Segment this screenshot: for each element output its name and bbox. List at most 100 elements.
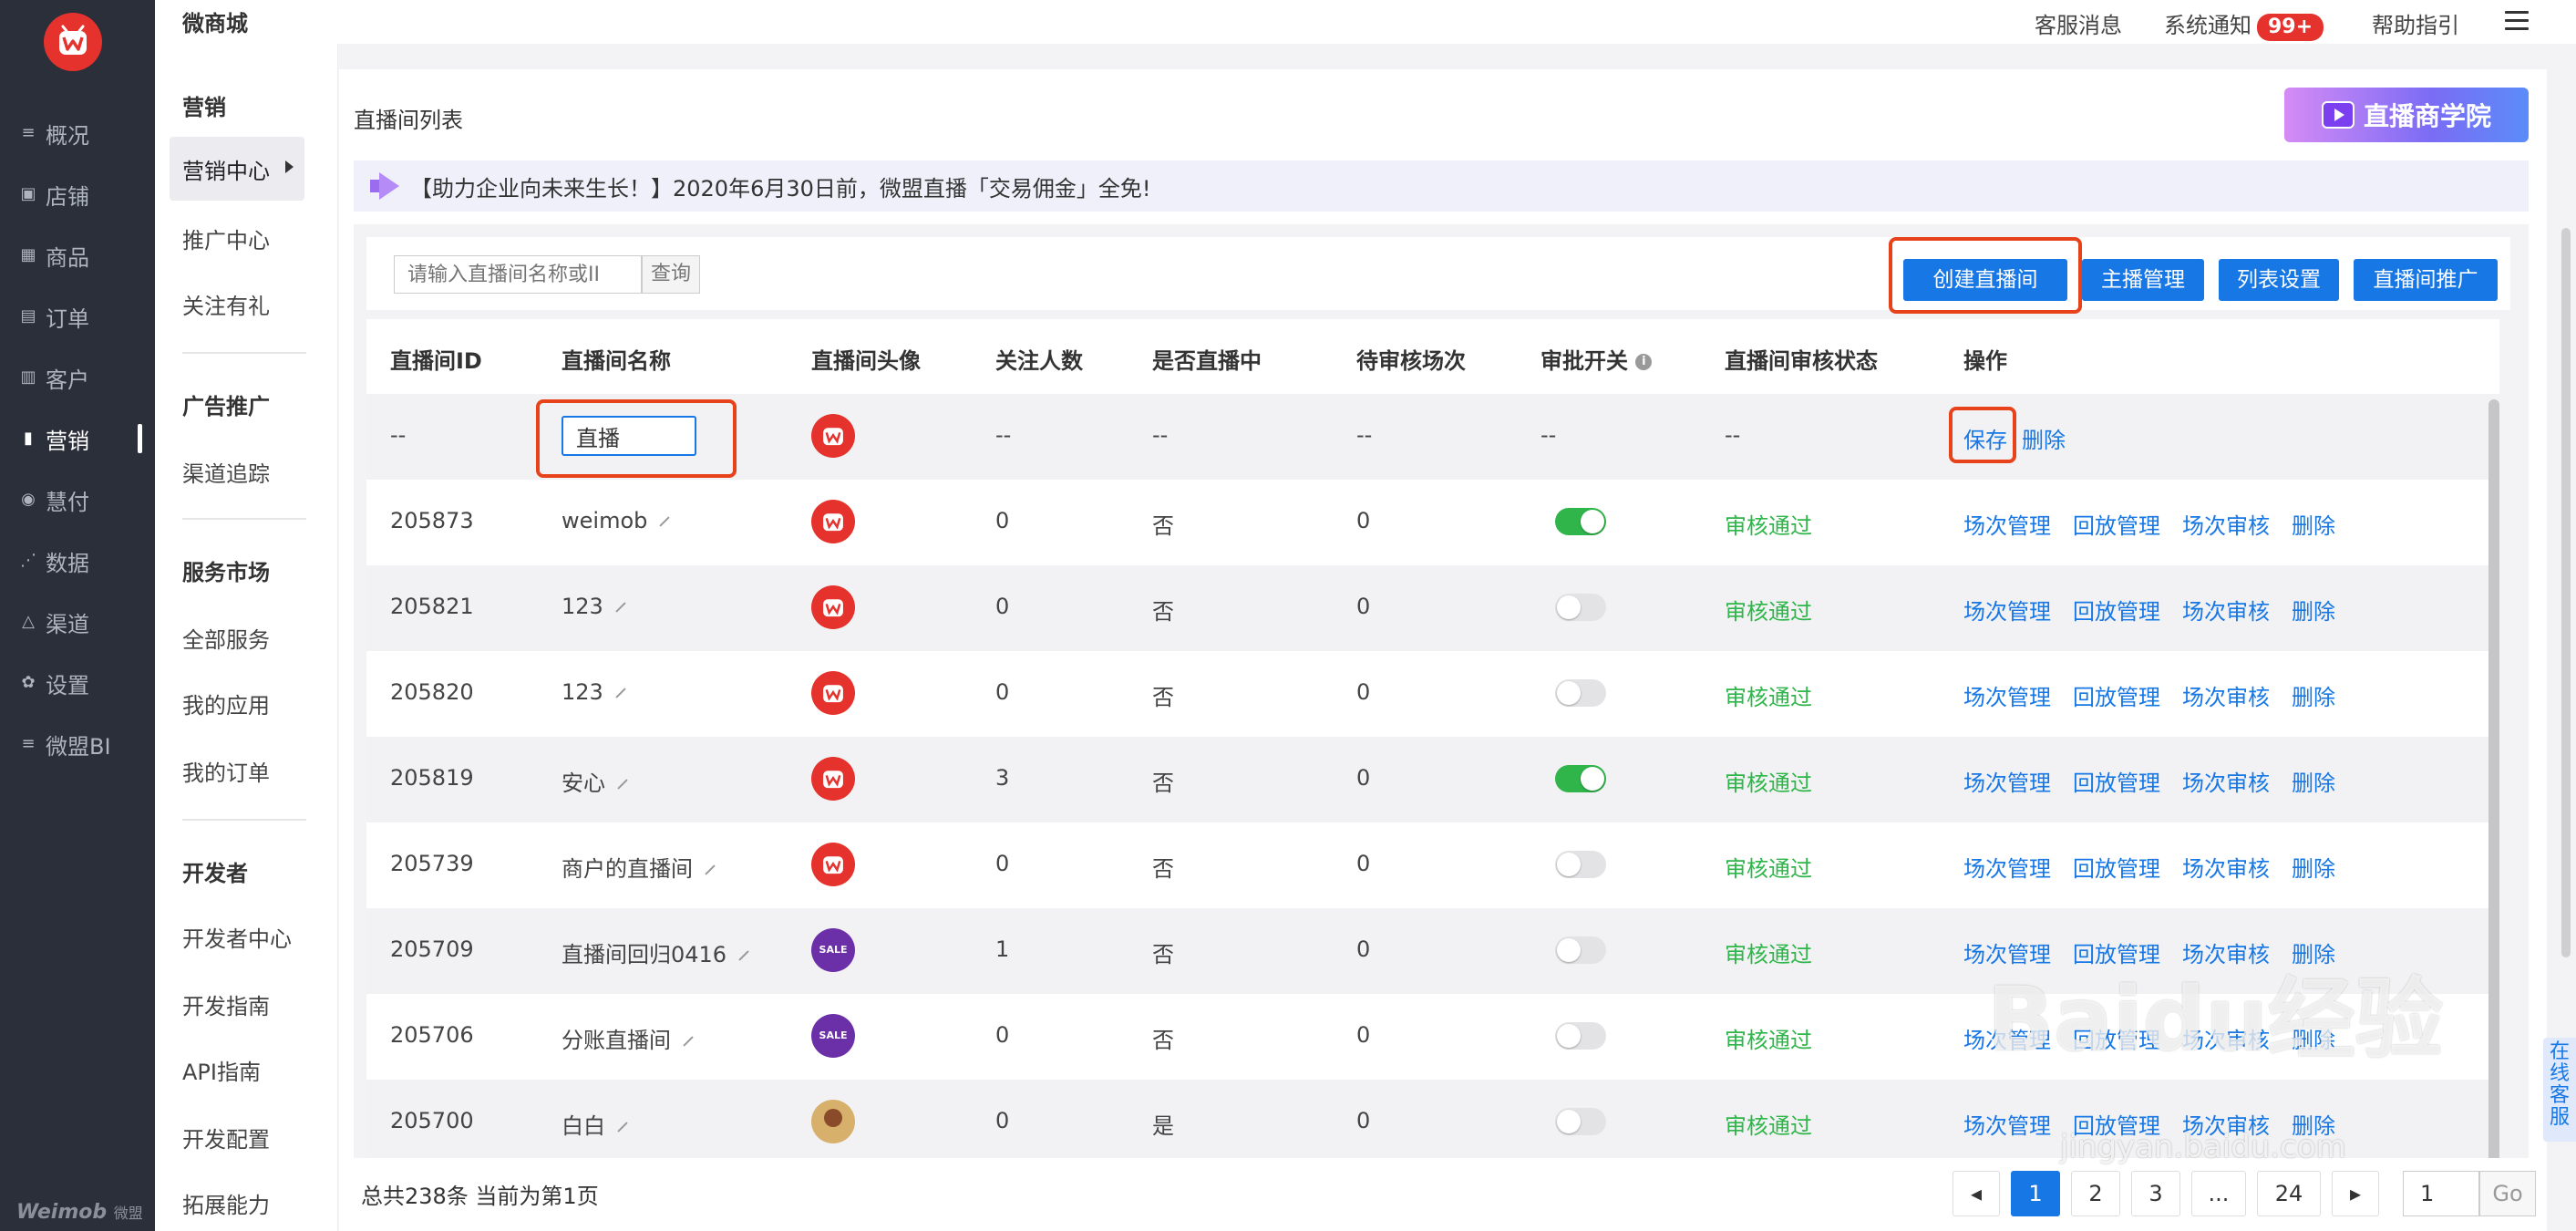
- approval-toggle[interactable]: [1555, 1022, 1606, 1050]
- create-live-room-button[interactable]: 创建直播间: [1903, 259, 2067, 301]
- session-review-link[interactable]: 场次审核: [2182, 679, 2270, 711]
- session-review-link[interactable]: 场次审核: [2182, 594, 2270, 626]
- table-scrollbar[interactable]: [2488, 399, 2499, 1231]
- subnav-item-all-services[interactable]: 全部服务: [182, 622, 270, 654]
- delete-link[interactable]: 删除: [2022, 422, 2066, 454]
- nav-item-4[interactable]: ▥ 客户: [0, 352, 155, 403]
- nav-item-3[interactable]: ▤ 订单: [0, 291, 155, 342]
- delete-link[interactable]: 删除: [2292, 508, 2335, 540]
- edit-icon[interactable]: [705, 864, 716, 875]
- playback-management-link[interactable]: 回放管理: [2073, 508, 2160, 540]
- delete-link[interactable]: 删除: [2292, 851, 2335, 883]
- page-1-button[interactable]: 1: [2011, 1171, 2060, 1216]
- search-button[interactable]: 查询: [642, 255, 700, 294]
- live-academy-banner[interactable]: 直播商学院: [2284, 88, 2529, 142]
- avatar[interactable]: [811, 500, 855, 543]
- edit-icon[interactable]: [617, 779, 628, 790]
- avatar[interactable]: [811, 843, 855, 886]
- approval-toggle[interactable]: [1555, 765, 1606, 792]
- approval-toggle[interactable]: [1555, 1108, 1606, 1135]
- subnav-item-my-orders[interactable]: 我的订单: [182, 755, 270, 787]
- subnav-item-dev-config[interactable]: 开发配置: [182, 1122, 270, 1153]
- customer-message-link[interactable]: 客服消息: [2035, 7, 2122, 39]
- approval-toggle[interactable]: [1555, 594, 1606, 621]
- next-page-button[interactable]: ▸: [2332, 1171, 2379, 1216]
- subnav-item-follow-gift[interactable]: 关注有礼: [182, 288, 270, 320]
- subnav-item-developer-center[interactable]: 开发者中心: [182, 921, 292, 953]
- subnav-item-my-apps[interactable]: 我的应用: [182, 688, 270, 719]
- nav-item-10[interactable]: ≡ 微盟BI: [0, 719, 155, 770]
- avatar[interactable]: [811, 585, 855, 629]
- delete-link[interactable]: 删除: [2292, 594, 2335, 626]
- nav-item-7[interactable]: ⋰ 数据: [0, 535, 155, 586]
- nav-item-1[interactable]: ▣ 店铺: [0, 169, 155, 220]
- list-settings-button[interactable]: 列表设置: [2219, 259, 2339, 301]
- session-review-link[interactable]: 场次审核: [2182, 1108, 2270, 1140]
- session-review-link[interactable]: 场次审核: [2182, 508, 2270, 540]
- save-link[interactable]: 保存: [1963, 422, 2007, 454]
- page-2-button[interactable]: 2: [2071, 1171, 2120, 1216]
- session-management-link[interactable]: 场次管理: [1963, 679, 2051, 711]
- delete-link[interactable]: 删除: [2292, 1022, 2335, 1054]
- anchor-management-button[interactable]: 主播管理: [2082, 259, 2204, 301]
- nav-item-6[interactable]: ◉ 慧付: [0, 474, 155, 525]
- playback-management-link[interactable]: 回放管理: [2073, 851, 2160, 883]
- nav-item-9[interactable]: ✿ 设置: [0, 657, 155, 709]
- session-management-link[interactable]: 场次管理: [1963, 936, 2051, 968]
- avatar[interactable]: [811, 757, 855, 801]
- session-management-link[interactable]: 场次管理: [1963, 594, 2051, 626]
- session-review-link[interactable]: 场次审核: [2182, 936, 2270, 968]
- page-ellipsis[interactable]: ...: [2191, 1171, 2246, 1216]
- approval-toggle[interactable]: [1555, 936, 1606, 964]
- subnav-item-extension[interactable]: 拓展能力: [182, 1187, 270, 1219]
- go-button[interactable]: Go: [2479, 1171, 2536, 1216]
- subnav-item-promotion-center[interactable]: 推广中心: [182, 222, 270, 254]
- system-notice-link[interactable]: 系统通知 99+: [2164, 7, 2324, 41]
- info-icon[interactable]: i: [1635, 354, 1653, 370]
- edit-icon[interactable]: [617, 1122, 628, 1133]
- menu-icon[interactable]: [2505, 11, 2529, 31]
- playback-management-link[interactable]: 回放管理: [2073, 1022, 2160, 1054]
- nav-item-2[interactable]: ▦ 商品: [0, 230, 155, 281]
- subnav-item-marketing-center[interactable]: 营销中心: [170, 137, 304, 201]
- approval-toggle[interactable]: [1555, 679, 1606, 707]
- prev-page-button[interactable]: ◂: [1953, 1171, 2000, 1216]
- session-management-link[interactable]: 场次管理: [1963, 1108, 2051, 1140]
- session-management-link[interactable]: 场次管理: [1963, 851, 2051, 883]
- session-management-link[interactable]: 场次管理: [1963, 765, 2051, 797]
- playback-management-link[interactable]: 回放管理: [2073, 1108, 2160, 1140]
- search-input[interactable]: [394, 255, 642, 294]
- edit-icon[interactable]: [659, 516, 671, 527]
- session-management-link[interactable]: 场次管理: [1963, 1022, 2051, 1054]
- avatar[interactable]: [811, 414, 855, 458]
- playback-management-link[interactable]: 回放管理: [2073, 936, 2160, 968]
- nav-item-8[interactable]: △ 渠道: [0, 596, 155, 647]
- session-management-link[interactable]: 场次管理: [1963, 508, 2051, 540]
- approval-toggle[interactable]: [1555, 851, 1606, 878]
- edit-icon[interactable]: [615, 688, 626, 698]
- online-service-tab[interactable]: 在线客服: [2543, 1038, 2576, 1142]
- delete-link[interactable]: 删除: [2292, 765, 2335, 797]
- weimob-logo[interactable]: [44, 13, 102, 71]
- page-3-button[interactable]: 3: [2131, 1171, 2180, 1216]
- subnav-item-dev-guide[interactable]: 开发指南: [182, 988, 270, 1020]
- approval-toggle[interactable]: [1555, 508, 1606, 535]
- nav-item-0[interactable]: ≡ 概况: [0, 108, 155, 159]
- subnav-item-api-guide[interactable]: API指南: [182, 1054, 261, 1086]
- playback-management-link[interactable]: 回放管理: [2073, 594, 2160, 626]
- help-guide-link[interactable]: 帮助指引: [2372, 7, 2459, 39]
- playback-management-link[interactable]: 回放管理: [2073, 765, 2160, 797]
- delete-link[interactable]: 删除: [2292, 679, 2335, 711]
- playback-management-link[interactable]: 回放管理: [2073, 679, 2160, 711]
- avatar[interactable]: [811, 671, 855, 715]
- subnav-item-channel-tracking[interactable]: 渠道追踪: [182, 456, 270, 488]
- avatar[interactable]: SALE: [811, 1014, 855, 1058]
- live-room-promote-button[interactable]: 直播间推广: [2354, 259, 2498, 301]
- edit-icon[interactable]: [615, 602, 626, 613]
- delete-link[interactable]: 删除: [2292, 936, 2335, 968]
- nav-item-5[interactable]: ▮ 营销: [0, 413, 155, 464]
- page-jump-input[interactable]: 1: [2403, 1171, 2479, 1216]
- session-review-link[interactable]: 场次审核: [2182, 1022, 2270, 1054]
- live-room-name-input[interactable]: [562, 416, 696, 456]
- session-review-link[interactable]: 场次审核: [2182, 851, 2270, 883]
